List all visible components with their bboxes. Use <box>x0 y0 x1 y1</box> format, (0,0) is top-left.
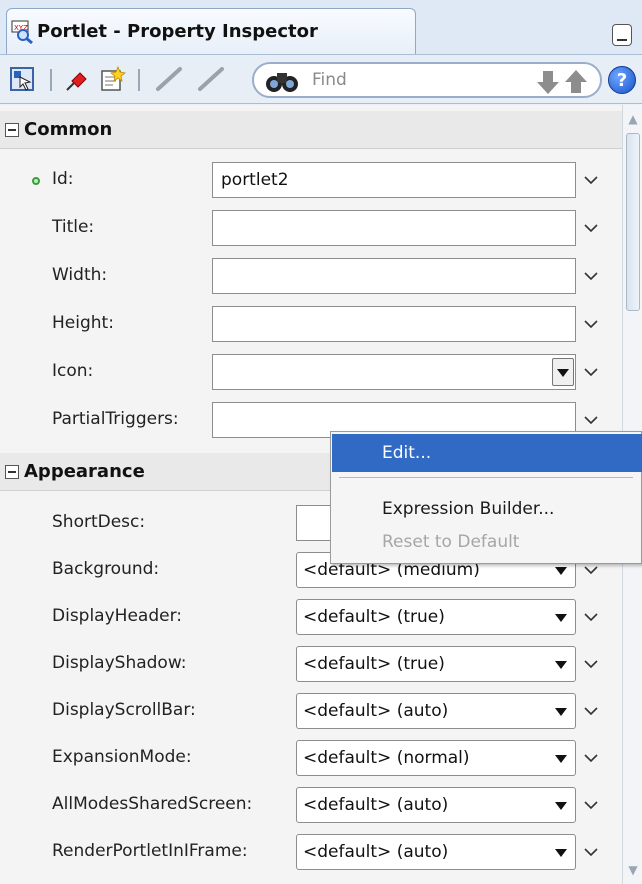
dropdown-arrow-icon <box>555 661 567 669</box>
section-title: Common <box>24 119 113 140</box>
icon-dropdown-button[interactable] <box>552 358 574 386</box>
toolbar-separator <box>50 69 52 91</box>
property-label: Width: <box>52 265 108 285</box>
property-row-expansionmode: ExpansionMode: <default> (normal) <box>0 735 622 782</box>
displayscrollbar-select[interactable]: <default> (auto) <box>296 693 576 729</box>
scroll-up-icon[interactable]: ▲ <box>623 109 642 129</box>
chevron-down-icon[interactable] <box>582 411 600 429</box>
icon-field[interactable] <box>212 354 576 390</box>
menu-separator <box>339 477 633 478</box>
find-separator-icon <box>198 67 224 91</box>
toolbar: Find ? <box>0 54 642 104</box>
title-bar: XYZ Portlet - Property Inspector <box>0 0 642 54</box>
property-row-displayshadow: DisplayShadow: <default> (true) <box>0 641 622 688</box>
chevron-down-icon[interactable] <box>582 171 600 189</box>
dropdown-arrow-icon <box>555 708 567 716</box>
context-menu: Edit... Expression Builder... Reset to D… <box>330 431 642 564</box>
property-label: Id: <box>52 169 74 189</box>
edit-properties-icon[interactable] <box>98 65 126 93</box>
renderportletiniframe-select[interactable]: <default> (auto) <box>296 834 576 870</box>
chevron-down-icon[interactable] <box>582 219 600 237</box>
find-previous-icon[interactable] <box>562 68 590 96</box>
property-row-width: Width: <box>0 253 622 300</box>
menu-item-reset-to-default: Reset to Default <box>382 532 520 552</box>
menu-item-edit[interactable]: Edit... <box>332 434 642 472</box>
property-label: Background: <box>52 559 160 579</box>
property-row-height: Height: <box>0 301 622 348</box>
scroll-thumb[interactable] <box>626 133 640 311</box>
title-field[interactable] <box>212 210 576 246</box>
chevron-down-icon[interactable] <box>582 843 600 861</box>
scroll-down-icon[interactable]: ▼ <box>623 860 642 880</box>
chevron-down-icon[interactable] <box>582 363 600 381</box>
select-value: <default> (normal) <box>303 748 470 768</box>
find-field[interactable]: Find <box>252 62 602 98</box>
property-label: Height: <box>52 313 114 333</box>
width-field[interactable] <box>212 258 576 294</box>
dropdown-arrow-icon <box>555 567 567 575</box>
property-label: RenderPortletInIFrame: <box>52 841 248 861</box>
property-row-id: Id: portlet2 <box>0 157 622 204</box>
panel-title: Portlet - Property Inspector <box>37 21 318 42</box>
chevron-down-icon[interactable] <box>582 702 600 720</box>
select-object-icon[interactable] <box>8 65 36 93</box>
property-label: Icon: <box>52 361 94 381</box>
property-label: Title: <box>52 217 95 237</box>
collapse-icon[interactable] <box>5 122 19 137</box>
select-value: <default> (auto) <box>303 842 449 862</box>
chevron-down-icon[interactable] <box>582 608 600 626</box>
dropdown-arrow-icon <box>555 614 567 622</box>
property-label: ShortDesc: <box>52 512 146 532</box>
section-common[interactable]: Common <box>0 111 622 149</box>
property-label: ExpansionMode: <box>52 747 192 767</box>
select-value: <default> (auto) <box>303 701 449 721</box>
property-inspector-icon: XYZ <box>11 20 33 44</box>
section-title: Appearance <box>24 461 145 482</box>
pin-icon[interactable] <box>64 65 92 93</box>
height-field[interactable] <box>212 306 576 342</box>
toolbar-separator <box>138 69 140 91</box>
pencil-icon[interactable] <box>152 65 188 93</box>
allmodessharedscreen-select[interactable]: <default> (auto) <box>296 787 576 823</box>
select-value: <default> (auto) <box>303 795 449 815</box>
displayheader-select[interactable]: <default> (true) <box>296 599 576 635</box>
property-row-renderportletiniframe: RenderPortletInIFrame: <default> (auto) <box>0 829 622 876</box>
property-row-title: Title: <box>0 205 622 252</box>
displayshadow-select[interactable]: <default> (true) <box>296 646 576 682</box>
property-row-displayscrollbar: DisplayScrollBar: <default> (auto) <box>0 688 622 735</box>
select-value: <default> (true) <box>303 607 445 627</box>
property-row-displayheader: DisplayHeader: <default> (true) <box>0 594 622 641</box>
select-value: <default> (true) <box>303 654 445 674</box>
property-inspector-tab[interactable]: XYZ Portlet - Property Inspector <box>6 8 416 54</box>
chevron-down-icon[interactable] <box>582 267 600 285</box>
chevron-down-icon[interactable] <box>582 749 600 767</box>
help-icon: ? <box>616 69 628 91</box>
property-label: DisplayScrollBar: <box>52 700 196 720</box>
minimize-button[interactable] <box>612 24 632 46</box>
dropdown-arrow-icon <box>555 849 567 857</box>
chevron-down-icon[interactable] <box>582 315 600 333</box>
chevron-down-icon[interactable] <box>582 655 600 673</box>
dropdown-arrow-icon <box>555 802 567 810</box>
property-label: AllModesSharedScreen: <box>52 794 253 814</box>
find-placeholder: Find <box>312 70 347 90</box>
property-label: DisplayShadow: <box>52 653 187 673</box>
find-next-icon[interactable] <box>534 68 562 96</box>
help-button[interactable]: ? <box>608 66 636 94</box>
property-row-allmodessharedscreen: AllModesSharedScreen: <default> (auto) <box>0 782 622 829</box>
chevron-down-icon[interactable] <box>582 796 600 814</box>
property-label: PartialTriggers: <box>52 409 179 429</box>
id-field[interactable]: portlet2 <box>212 162 576 198</box>
expansionmode-select[interactable]: <default> (normal) <box>296 740 576 776</box>
property-row-icon: Icon: <box>0 349 622 396</box>
dropdown-arrow-icon <box>555 755 567 763</box>
binoculars-icon <box>266 73 298 92</box>
property-label: DisplayHeader: <box>52 606 182 626</box>
collapse-icon[interactable] <box>5 464 19 479</box>
modified-indicator-icon <box>32 177 40 185</box>
